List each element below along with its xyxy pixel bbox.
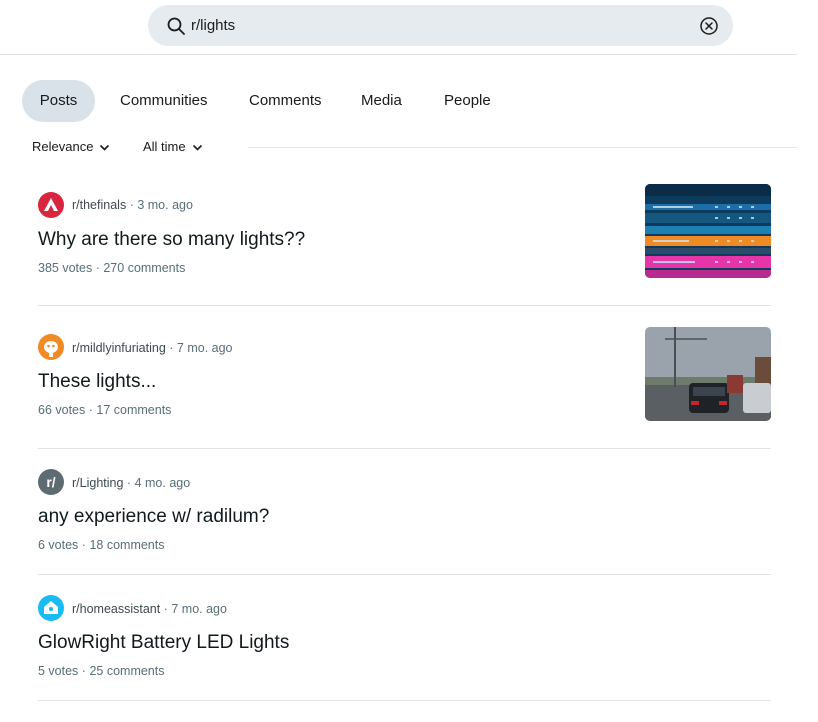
filter-divider: [248, 147, 797, 148]
post-item[interactable]: r/mildlyinfuriating · 7 mo. ago These li…: [38, 327, 771, 424]
chevron-down-icon: [100, 144, 110, 151]
comment-count: 270 comments: [103, 261, 186, 275]
post-divider: [38, 574, 771, 575]
clear-search-icon[interactable]: [699, 16, 719, 36]
vote-count: 385 votes: [38, 261, 93, 275]
post-divider: [38, 448, 771, 449]
vote-count: 5 votes: [38, 664, 79, 678]
post-title[interactable]: These lights...: [38, 371, 156, 393]
post-meta: r/mildlyinfuriating · 7 mo. ago: [72, 341, 233, 355]
comment-count: 18 comments: [89, 538, 165, 552]
stats-separator: ·: [81, 538, 86, 552]
subreddit-link[interactable]: r/mildlyinfuriating: [72, 341, 166, 355]
r-slash-icon: r/: [38, 469, 64, 495]
subreddit-link[interactable]: r/homeassistant: [72, 602, 160, 616]
sort-dropdown[interactable]: Relevance: [32, 137, 110, 157]
meta-separator: ·: [163, 602, 168, 616]
thefinals-icon: [38, 192, 64, 218]
post-meta: r/thefinals · 3 mo. ago: [72, 198, 193, 212]
tab-people[interactable]: People: [444, 80, 491, 122]
stats-separator: ·: [81, 664, 86, 678]
post-age: 3 mo. ago: [137, 198, 193, 212]
stats-separator: ·: [88, 403, 93, 417]
meta-separator: ·: [126, 476, 132, 490]
post-title[interactable]: any experience w/ radilum?: [38, 506, 269, 528]
tab-communities[interactable]: Communities: [120, 80, 208, 122]
post-stats: 6 votes · 18 comments: [38, 538, 164, 552]
post-divider: [38, 305, 771, 306]
post-item[interactable]: r/ r/Lighting · 4 mo. ago any experience…: [38, 469, 771, 559]
meta-separator: ·: [169, 341, 174, 355]
header-divider: [0, 54, 797, 55]
time-dropdown-label: All time: [143, 139, 186, 154]
subreddit-link[interactable]: r/Lighting: [72, 476, 123, 490]
post-age: 7 mo. ago: [171, 602, 227, 616]
post-title[interactable]: Why are there so many lights??: [38, 229, 305, 251]
post-stats: 5 votes · 25 comments: [38, 664, 164, 678]
subreddit-link[interactable]: r/thefinals: [72, 198, 126, 212]
post-meta: r/homeassistant · 7 mo. ago: [72, 602, 227, 616]
search-input[interactable]: r/lights: [191, 17, 235, 34]
post-item[interactable]: r/homeassistant · 7 mo. ago GlowRight Ba…: [38, 595, 771, 685]
post-age: 7 mo. ago: [176, 341, 233, 355]
tab-media[interactable]: Media: [361, 80, 402, 122]
time-dropdown[interactable]: All time: [143, 137, 203, 157]
post-thumbnail[interactable]: [645, 184, 771, 278]
stats-separator: ·: [95, 261, 100, 275]
post-thumbnail[interactable]: [645, 327, 771, 421]
post-age: 4 mo. ago: [134, 476, 191, 490]
meta-separator: ·: [129, 198, 134, 212]
comment-count: 17 comments: [96, 403, 172, 417]
search-bar[interactable]: r/lights: [148, 5, 733, 46]
tab-posts[interactable]: Posts: [22, 80, 95, 122]
sort-dropdown-label: Relevance: [32, 139, 94, 154]
vote-count: 66 votes: [38, 403, 86, 417]
mildlyinfuriating-icon: [38, 334, 64, 360]
comment-count: 25 comments: [89, 664, 165, 678]
post-stats: 385 votes · 270 comments: [38, 261, 185, 275]
post-title[interactable]: GlowRight Battery LED Lights: [38, 632, 289, 654]
svg-text:r/: r/: [46, 474, 55, 490]
post-stats: 66 votes · 17 comments: [38, 403, 171, 417]
post-item[interactable]: r/thefinals · 3 mo. ago Why are there so…: [38, 184, 771, 281]
homeassistant-icon: [38, 595, 64, 621]
tab-comments[interactable]: Comments: [249, 80, 322, 122]
post-meta: r/Lighting · 4 mo. ago: [72, 476, 190, 490]
search-icon: [167, 17, 185, 35]
chevron-down-icon: [192, 144, 202, 151]
vote-count: 6 votes: [38, 538, 79, 552]
post-divider: [38, 700, 771, 701]
